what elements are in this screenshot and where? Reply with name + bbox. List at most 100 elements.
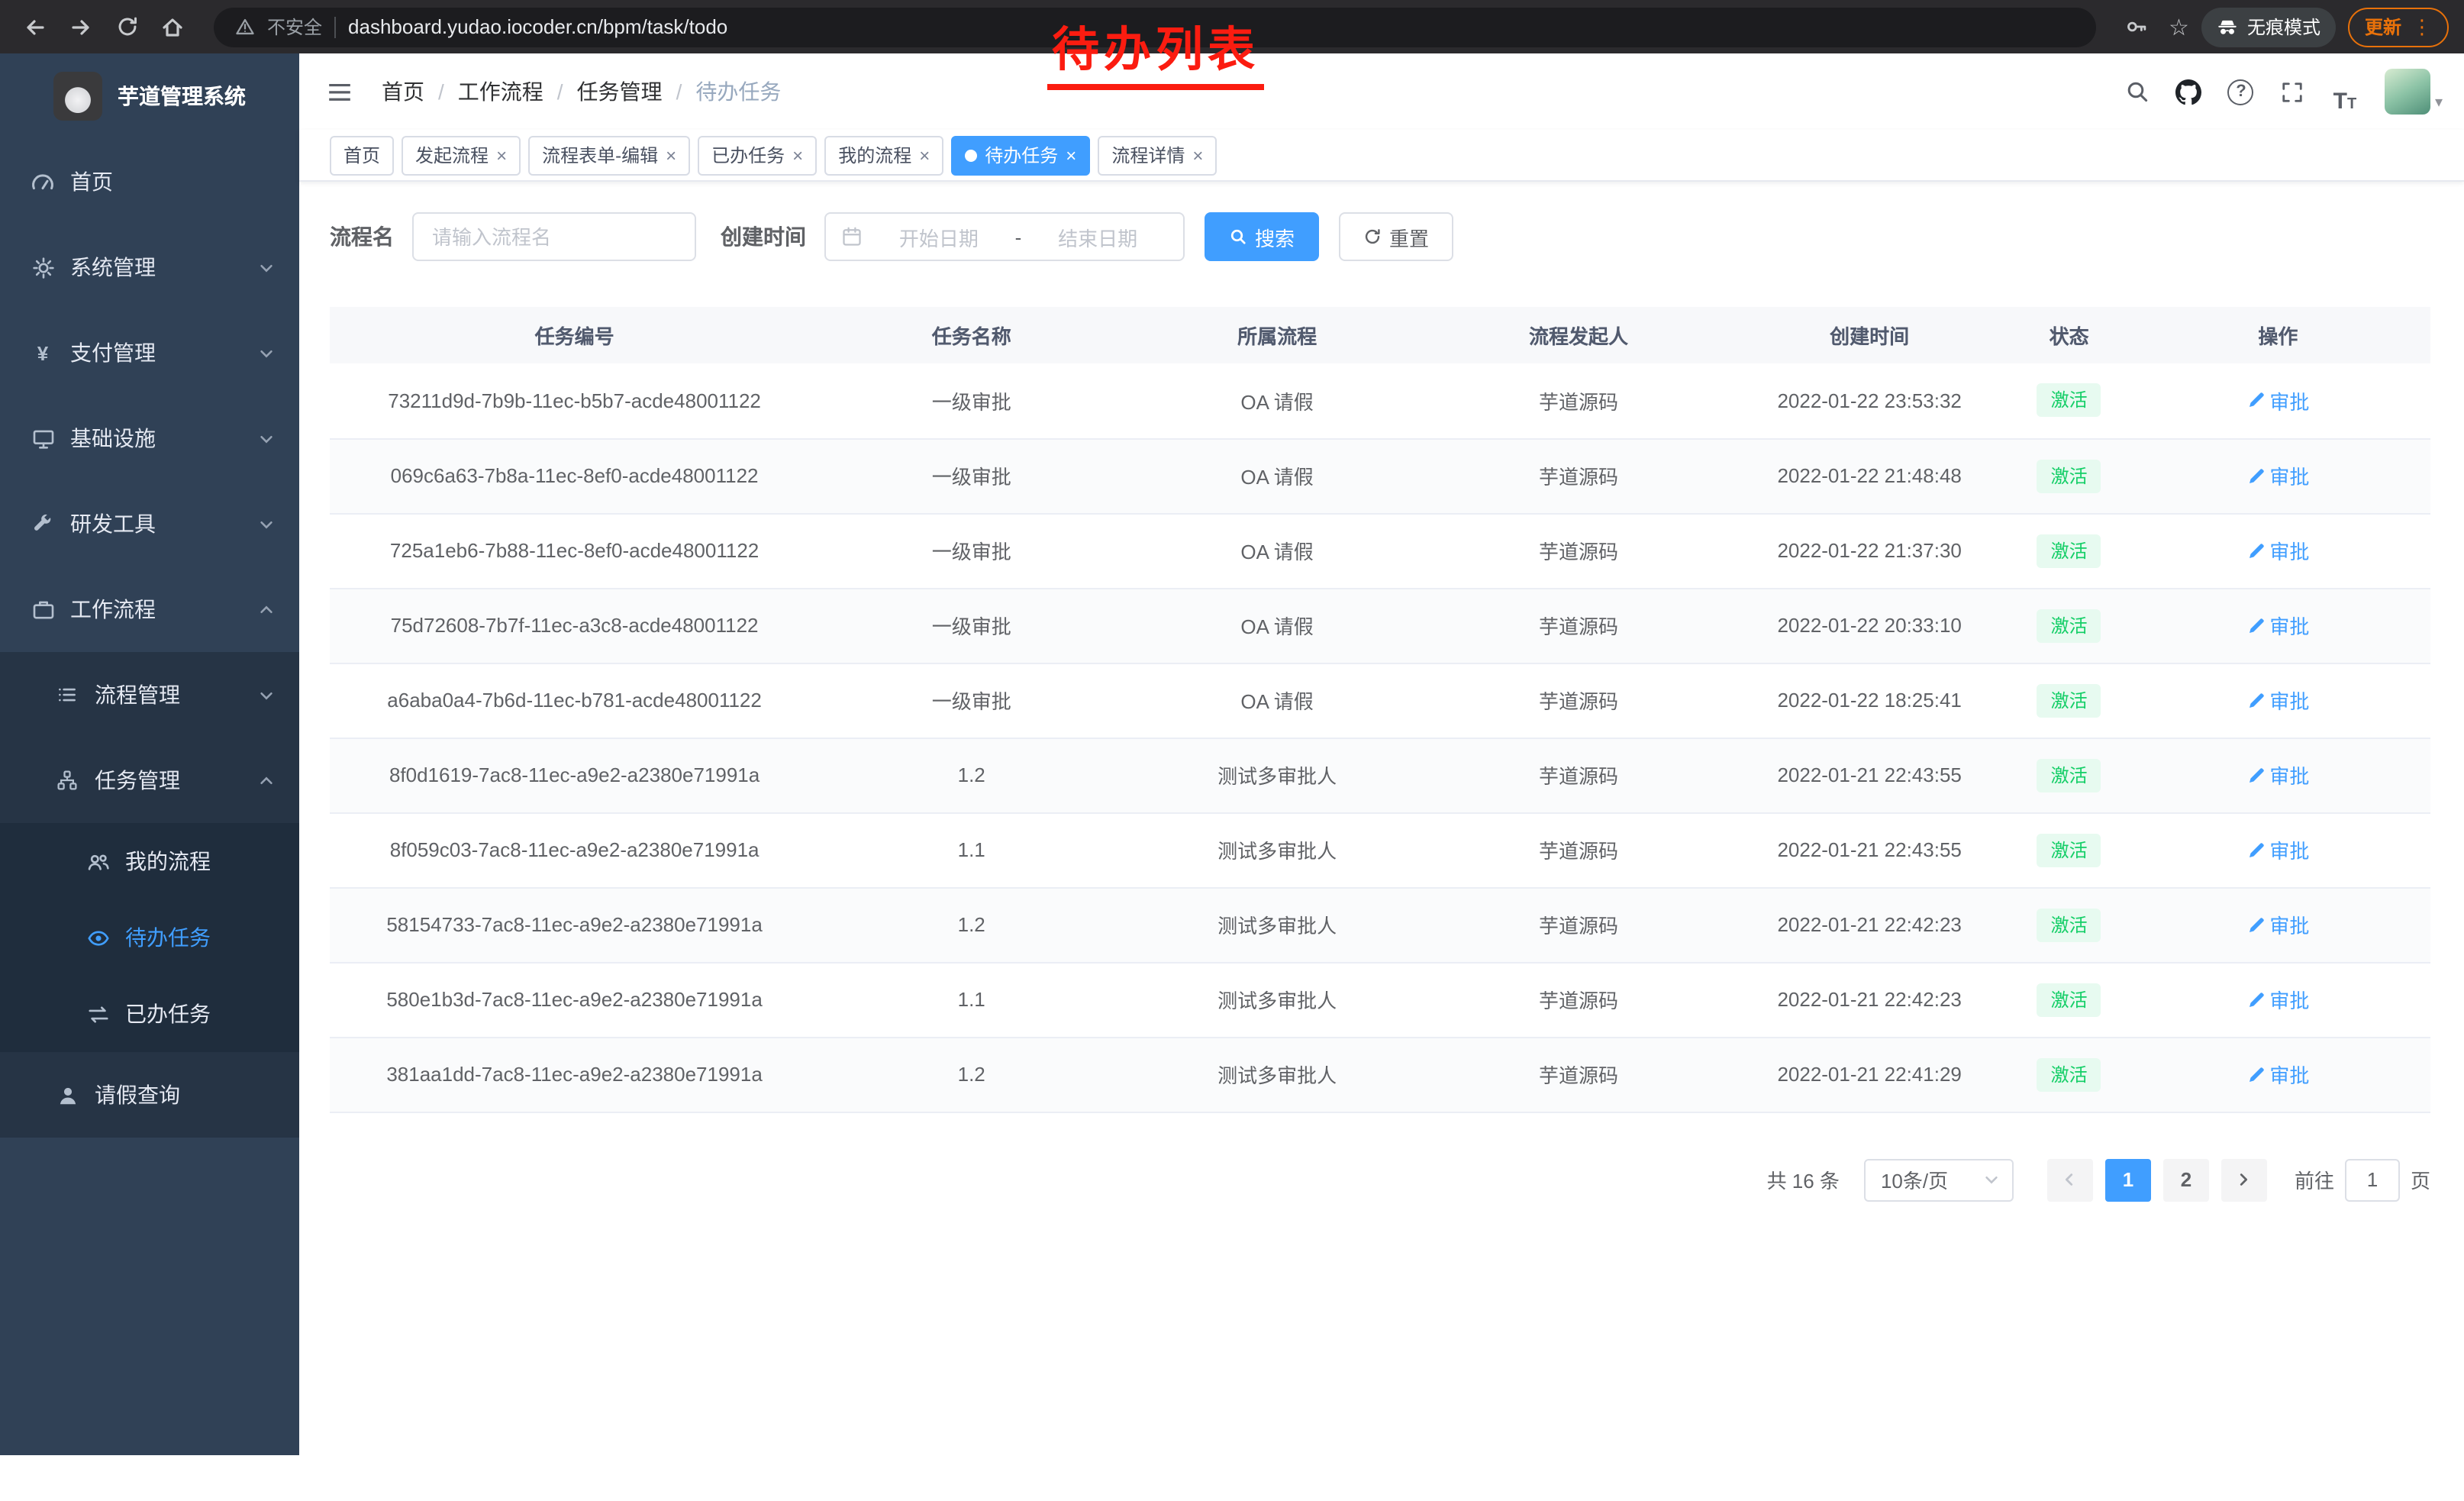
- table-row: 58154733-7ac8-11ec-a9e2-a2380e71991a 1.2…: [330, 887, 2430, 962]
- approve-link[interactable]: 审批: [2246, 1060, 2309, 1089]
- bookmark-star-icon[interactable]: ☆: [2169, 13, 2189, 40]
- user-menu[interactable]: ▾: [2385, 69, 2443, 115]
- sidebar-item-task-mgmt[interactable]: 任务管理: [0, 738, 299, 823]
- breadcrumb-workflow[interactable]: 工作流程: [458, 76, 543, 107]
- approve-link[interactable]: 审批: [2246, 536, 2309, 565]
- process-name-label: 流程名: [330, 221, 394, 252]
- approve-link[interactable]: 审批: [2246, 461, 2309, 490]
- sidebar-item-label: 工作流程: [70, 594, 156, 625]
- approve-link[interactable]: 审批: [2246, 760, 2309, 789]
- logo[interactable]: 芋道管理系统: [0, 53, 299, 139]
- sidebar-item-label: 任务管理: [95, 765, 180, 796]
- sidebar-item-label: 我的流程: [125, 846, 211, 876]
- sidebar-item-todo-tasks[interactable]: 待办任务: [0, 899, 299, 976]
- reload-button[interactable]: [107, 7, 147, 47]
- cell-task-id: 069c6a63-7b8a-11ec-8ef0-acde48001122: [330, 438, 819, 513]
- fullscreen-icon[interactable]: [2272, 70, 2314, 113]
- cell-process: 测试多审批人: [1124, 887, 1430, 962]
- back-button[interactable]: [15, 7, 55, 47]
- breadcrumb-task-mgmt[interactable]: 任务管理: [577, 76, 663, 107]
- sidebar-item-process-mgmt[interactable]: 流程管理: [0, 652, 299, 738]
- status-badge: 激活: [2037, 534, 2101, 567]
- sidebar-item-system[interactable]: 系统管理: [0, 224, 299, 310]
- tab-start-process[interactable]: 发起流程 ×: [402, 135, 521, 175]
- tab-process-detail[interactable]: 流程详情 ×: [1098, 135, 1217, 175]
- status-badge: 激活: [2037, 683, 2101, 717]
- sidebar-item-done-tasks[interactable]: 已办任务: [0, 976, 299, 1052]
- browser-menu-icon[interactable]: ⋮: [2412, 15, 2432, 39]
- col-status: 状态: [2012, 307, 2126, 363]
- next-page-button[interactable]: [2221, 1158, 2267, 1201]
- cell-status: 激活: [2012, 588, 2126, 663]
- cell-status: 激活: [2012, 513, 2126, 588]
- tab-my-process[interactable]: 我的流程 ×: [824, 135, 943, 175]
- sidebar-item-infrastructure[interactable]: 基础设施: [0, 395, 299, 481]
- close-icon[interactable]: ×: [1066, 146, 1076, 164]
- font-size-icon[interactable]: TT: [2324, 70, 2366, 113]
- cell-actions: 审批: [2126, 588, 2430, 663]
- cell-actions: 审批: [2126, 663, 2430, 738]
- close-icon[interactable]: ×: [919, 146, 930, 164]
- approve-link[interactable]: 审批: [2246, 386, 2309, 415]
- tab-done-tasks[interactable]: 已办任务 ×: [698, 135, 817, 175]
- approve-link[interactable]: 审批: [2246, 686, 2309, 715]
- cell-created: 2022-01-22 21:37:30: [1727, 513, 2012, 588]
- page-size-select[interactable]: 10条/页: [1864, 1158, 2014, 1201]
- status-badge: 激活: [2037, 833, 2101, 867]
- status-badge: 激活: [2037, 384, 2101, 418]
- cell-status: 激活: [2012, 438, 2126, 513]
- help-icon[interactable]: ?: [2220, 70, 2262, 113]
- sidebar-item-devtools[interactable]: 研发工具: [0, 481, 299, 567]
- goto-page-input[interactable]: [2345, 1158, 2400, 1201]
- search-icon[interactable]: [2116, 70, 2159, 113]
- tab-form-edit[interactable]: 流程表单-编辑 ×: [528, 135, 690, 175]
- sidebar-item-leave-query[interactable]: 请假查询: [0, 1052, 299, 1138]
- forward-button[interactable]: [61, 7, 101, 47]
- tab-todo-tasks[interactable]: 待办任务 ×: [951, 135, 1090, 175]
- github-icon[interactable]: [2168, 70, 2211, 113]
- cell-created: 2022-01-22 23:53:32: [1727, 363, 2012, 438]
- page-button-1[interactable]: 1: [2105, 1158, 2151, 1201]
- sidebar-item-label: 流程管理: [95, 679, 180, 710]
- approve-link[interactable]: 审批: [2246, 910, 2309, 939]
- close-icon[interactable]: ×: [792, 146, 803, 164]
- breadcrumb-current: 待办任务: [695, 76, 781, 107]
- close-icon[interactable]: ×: [666, 146, 676, 164]
- search-button[interactable]: 搜索: [1205, 212, 1319, 261]
- home-button[interactable]: [153, 7, 192, 47]
- date-range-picker[interactable]: 开始日期 - 结束日期: [824, 212, 1185, 261]
- close-icon[interactable]: ×: [1192, 146, 1203, 164]
- sidebar-item-home[interactable]: 首页: [0, 139, 299, 224]
- cell-created: 2022-01-21 22:43:55: [1727, 738, 2012, 812]
- status-badge: 激活: [2037, 758, 2101, 792]
- update-label: 更新: [2365, 14, 2401, 40]
- sidebar-item-my-process[interactable]: 我的流程: [0, 823, 299, 899]
- address-divider: [334, 16, 336, 37]
- address-bar[interactable]: 不安全 dashboard.yudao.iocoder.cn/bpm/task/…: [214, 7, 2095, 47]
- cell-actions: 审批: [2126, 738, 2430, 812]
- sidebar-item-payment[interactable]: ¥ 支付管理: [0, 310, 299, 395]
- reset-button[interactable]: 重置: [1339, 212, 1453, 261]
- page-button-2[interactable]: 2: [2163, 1158, 2209, 1201]
- range-separator: -: [1015, 225, 1022, 248]
- caret-down-icon: [1983, 1171, 2000, 1188]
- key-icon[interactable]: [2117, 7, 2156, 47]
- update-button[interactable]: 更新 ⋮: [2348, 7, 2449, 47]
- prev-page-button[interactable]: [2047, 1158, 2093, 1201]
- list-icon: [55, 683, 79, 707]
- close-icon[interactable]: ×: [496, 146, 507, 164]
- breadcrumb-separator: /: [676, 79, 682, 104]
- approve-link[interactable]: 审批: [2246, 985, 2309, 1014]
- avatar[interactable]: [2385, 69, 2430, 115]
- process-name-input[interactable]: [412, 212, 696, 261]
- sidebar-toggle-icon[interactable]: [318, 70, 360, 113]
- table-row: a6aba0a4-7b6d-11ec-b781-acde48001122 一级审…: [330, 663, 2430, 738]
- breadcrumb-home[interactable]: 首页: [382, 76, 424, 107]
- tab-home[interactable]: 首页: [330, 135, 394, 175]
- approve-link[interactable]: 审批: [2246, 835, 2309, 864]
- cell-initiator: 芋道源码: [1430, 663, 1727, 738]
- approve-link[interactable]: 审批: [2246, 611, 2309, 640]
- sidebar-item-workflow[interactable]: 工作流程: [0, 567, 299, 652]
- top-navbar: 首页 / 工作流程 / 任务管理 / 待办任务 ?: [299, 53, 2464, 130]
- tags-bar: 首页 发起流程 × 流程表单-编辑 × 已办任务 × 我的流程 ×: [299, 130, 2464, 182]
